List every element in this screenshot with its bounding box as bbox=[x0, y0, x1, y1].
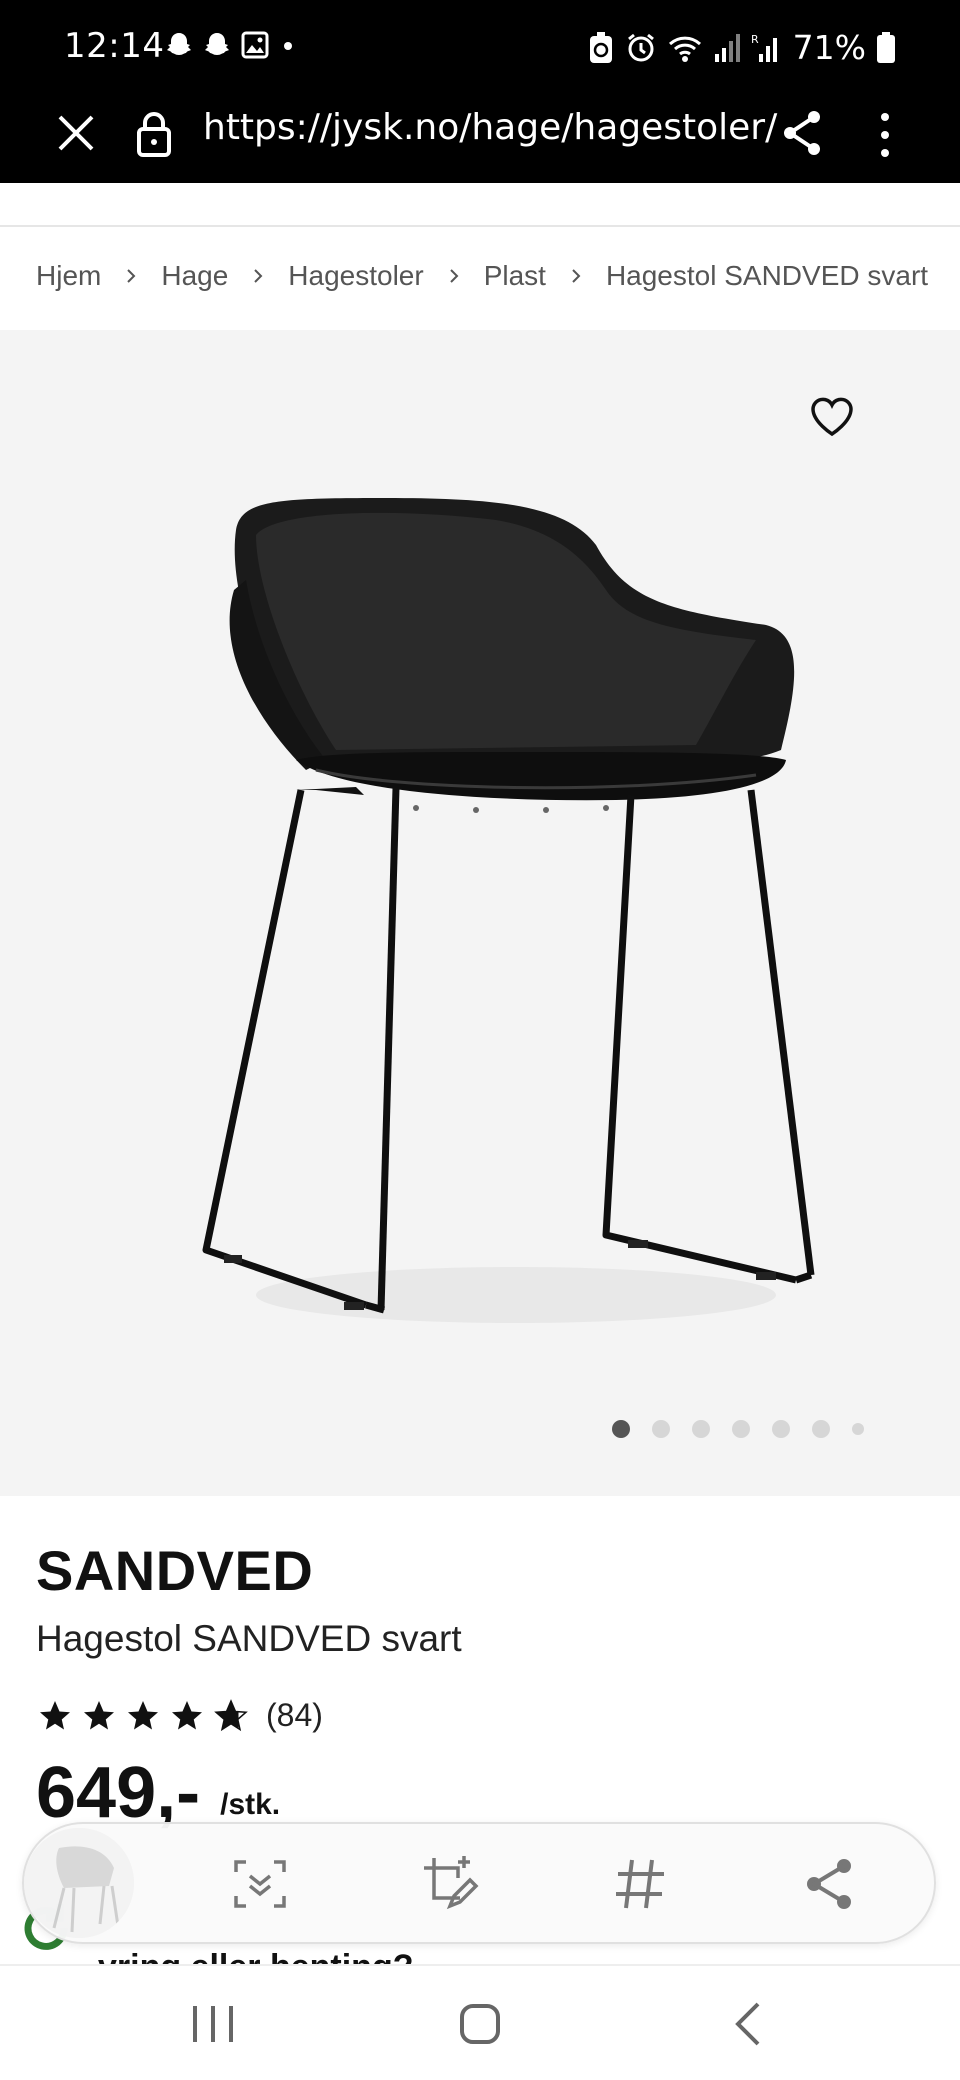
gallery-pagination bbox=[612, 1420, 864, 1438]
heart-icon[interactable] bbox=[808, 392, 856, 440]
gallery-dot[interactable] bbox=[652, 1420, 670, 1438]
product-image-gallery[interactable] bbox=[0, 330, 960, 1496]
product-brand: SANDVED bbox=[36, 1539, 314, 1602]
header-strip bbox=[0, 183, 960, 227]
system-nav-bar bbox=[0, 1964, 960, 2080]
crop-edit-icon[interactable] bbox=[420, 1854, 480, 1914]
gallery-dot[interactable] bbox=[812, 1420, 830, 1438]
product-rating[interactable]: (84) bbox=[36, 1697, 323, 1734]
signal-icon bbox=[714, 33, 740, 62]
status-bar: 12:14 R 71% bbox=[0, 0, 960, 95]
star-icon bbox=[40, 1700, 70, 1729]
alarm-icon bbox=[627, 33, 654, 61]
gallery-dot[interactable] bbox=[692, 1420, 710, 1438]
product-name: Hagestol SANDVED svart bbox=[36, 1618, 462, 1659]
rating-count[interactable]: (84) bbox=[266, 1697, 323, 1734]
chevron-right-icon bbox=[572, 269, 581, 283]
battery-icon bbox=[877, 31, 895, 63]
svg-text:R: R bbox=[751, 33, 759, 46]
gallery-icon bbox=[241, 31, 269, 59]
snapchat-icon bbox=[167, 33, 191, 55]
chevron-right-icon bbox=[254, 269, 263, 283]
chair-product-image bbox=[202, 498, 815, 1323]
chair-thumbnail-icon bbox=[24, 1828, 134, 1938]
breadcrumb-item-plast[interactable]: Plast bbox=[484, 260, 546, 292]
more-vert-icon[interactable] bbox=[870, 107, 900, 163]
chevron-right-icon bbox=[449, 269, 459, 283]
screenshot-thumbnail[interactable] bbox=[24, 1828, 134, 1938]
gallery-dot[interactable] bbox=[772, 1420, 790, 1438]
star-icon bbox=[172, 1700, 202, 1729]
battery-saver-icon bbox=[589, 31, 612, 63]
close-icon[interactable] bbox=[52, 109, 100, 157]
system-icons: R 71% bbox=[587, 28, 896, 67]
breadcrumb: Hjem Hage Hagestoler Plast Hagestol SAND… bbox=[36, 260, 928, 292]
gallery-dot[interactable] bbox=[732, 1420, 750, 1438]
home-icon[interactable] bbox=[450, 1996, 510, 2052]
star-half-icon bbox=[214, 1698, 248, 1731]
snapchat-icon bbox=[205, 33, 229, 55]
gallery-dot-active[interactable] bbox=[612, 1420, 630, 1438]
star-icon bbox=[128, 1700, 158, 1729]
scroll-capture-icon[interactable] bbox=[230, 1854, 290, 1914]
star-icon bbox=[84, 1700, 114, 1729]
wifi-icon bbox=[668, 36, 701, 62]
share-icon[interactable] bbox=[780, 107, 824, 159]
recent-apps-icon[interactable] bbox=[183, 1996, 243, 2052]
notification-icons bbox=[164, 30, 298, 60]
gallery-dot[interactable] bbox=[852, 1423, 864, 1435]
dot-icon bbox=[284, 42, 292, 50]
url-text[interactable]: https://jysk.no/hage/hagestoler/ bbox=[203, 107, 777, 148]
breadcrumb-item-current[interactable]: Hagestol SANDVED svart bbox=[606, 260, 928, 292]
browser-url-bar: https://jysk.no/hage/hagestoler/ bbox=[0, 95, 960, 183]
battery-percent: 71% bbox=[792, 28, 866, 67]
breadcrumb-item-hagestoler[interactable]: Hagestoler bbox=[288, 260, 423, 292]
status-time: 12:14 bbox=[64, 26, 165, 66]
share-icon[interactable] bbox=[800, 1854, 860, 1914]
price-unit: /stk. bbox=[220, 1788, 281, 1821]
hashtag-icon[interactable] bbox=[610, 1854, 670, 1914]
signal-roaming-icon: R bbox=[751, 33, 777, 62]
screenshot-toolbar bbox=[22, 1822, 936, 1944]
breadcrumb-item-hjem[interactable]: Hjem bbox=[36, 260, 101, 292]
chevron-right-icon bbox=[127, 269, 136, 283]
breadcrumb-item-hage[interactable]: Hage bbox=[161, 260, 228, 292]
back-icon[interactable] bbox=[720, 1996, 780, 2052]
lock-icon[interactable] bbox=[134, 109, 174, 159]
